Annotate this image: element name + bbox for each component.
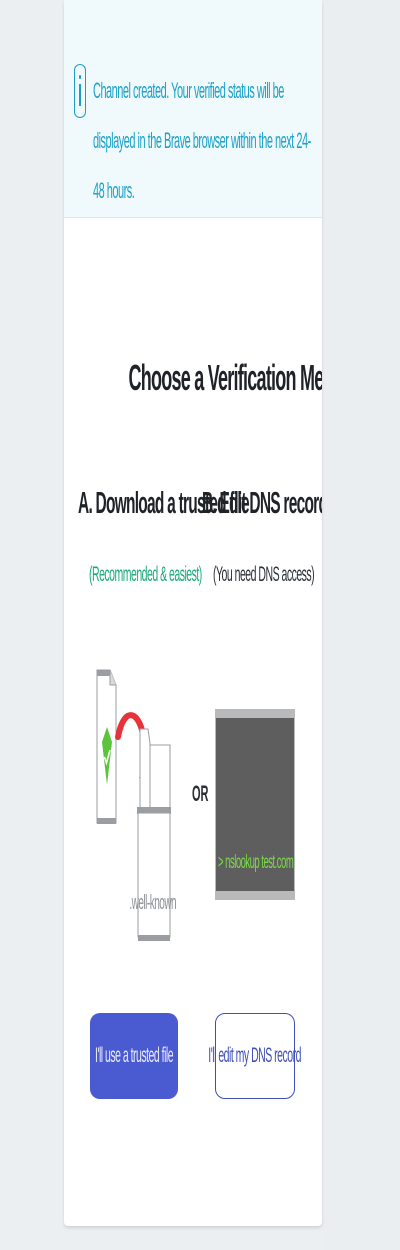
option-b-heading: B. Edit DNS records <box>202 485 322 520</box>
folder-stack-icon <box>139 728 171 811</box>
edit-dns-record-button[interactable]: I'll edit my DNS record <box>209 1013 302 1099</box>
edit-dns-record-label: I'll edit my DNS record <box>208 1044 302 1067</box>
channel-created-notice: Channel created. Your verified status wi… <box>64 0 322 218</box>
option-a-note: (Recommended & easiest) <box>89 563 202 586</box>
verification-card: Channel created. Your verified status wi… <box>64 0 322 1226</box>
page-background-strip <box>322 0 400 1250</box>
terminal-command: > nslookup test.com <box>218 852 294 873</box>
well-known-label-box: .well-known <box>130 863 177 943</box>
well-known-label: .well-known <box>129 891 177 914</box>
notice-message: Channel created. Your verified status wi… <box>93 78 311 203</box>
option-b-note: (You need DNS access) <box>213 563 315 586</box>
use-trusted-file-button[interactable]: I'll use a trusted file <box>90 1013 178 1099</box>
page-title: Choose a Verification Method <box>128 357 323 398</box>
or-separator: OR <box>192 781 209 806</box>
terminal-illustration: > nslookup test.com <box>215 709 295 900</box>
info-icon <box>74 64 86 118</box>
use-trusted-file-label: I'll use a trusted file <box>94 1044 174 1067</box>
